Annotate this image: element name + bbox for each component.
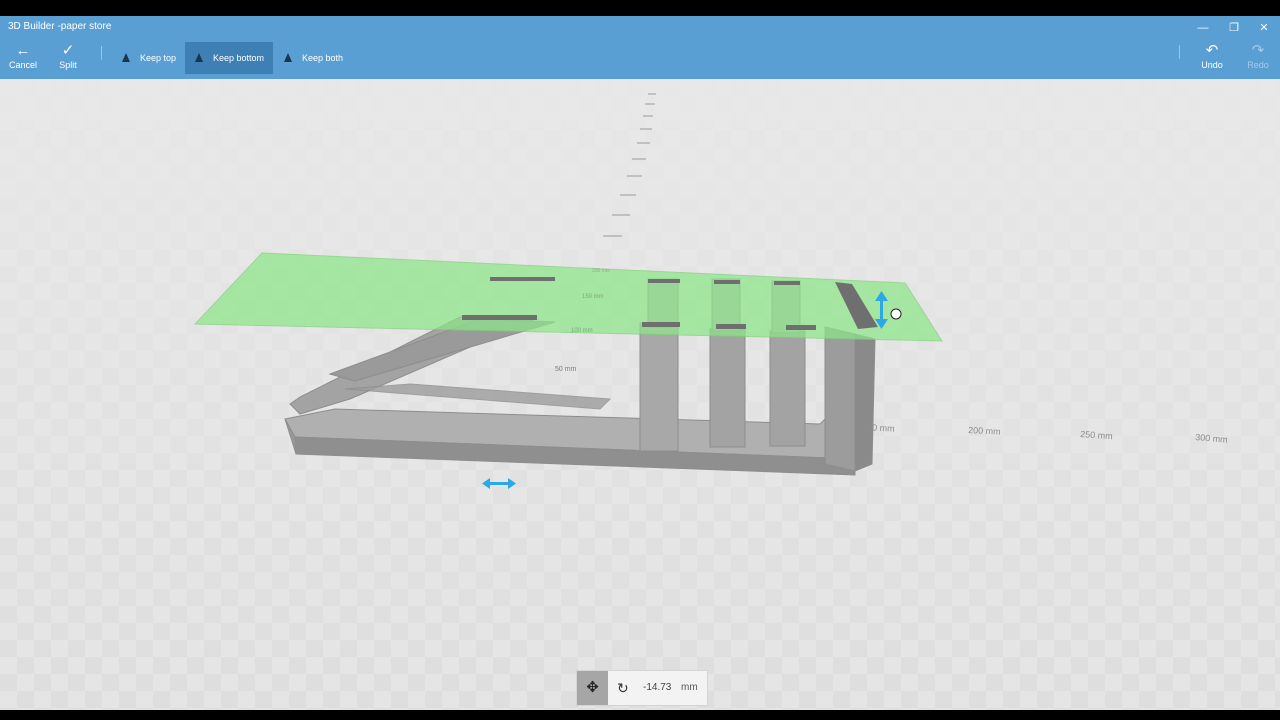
height-value-input[interactable]: -14.73 <box>643 671 671 705</box>
split-label: Split <box>59 60 77 70</box>
unit-label: mm <box>681 682 698 693</box>
cancel-button[interactable]: ← Cancel <box>4 40 42 79</box>
toolbar: ← Cancel ✓ Split Keep top Keep bottom Ke… <box>0 40 1280 79</box>
keep-bottom-label: Keep bottom <box>213 53 265 63</box>
back-arrow-icon: ← <box>15 42 31 59</box>
toolbar-separator <box>1179 45 1180 59</box>
keep-top-label: Keep top <box>140 53 177 63</box>
letterbox-bottom <box>0 710 1280 720</box>
scene-canvas: 150 mm 200 mm 250 mm 300 mm 50 mm 100 mm… <box>193 93 1228 489</box>
toolbar-separator <box>101 46 102 60</box>
move-mode-button[interactable]: ✥ <box>577 671 608 705</box>
cut-plane[interactable] <box>193 252 943 342</box>
restore-button[interactable]: ❐ <box>1219 19 1249 37</box>
axis-z-label: 100 mm <box>571 328 593 334</box>
split-button[interactable]: ✓ Split <box>50 40 86 79</box>
hand-cursor-icon <box>890 308 902 320</box>
keep-both-label: Keep both <box>302 53 344 63</box>
undo-button[interactable]: ↶ Undo <box>1196 40 1228 79</box>
check-icon: ✓ <box>61 42 75 59</box>
redo-icon: ↷ <box>1251 42 1265 59</box>
keep-both-button[interactable]: Keep both <box>274 42 351 74</box>
window-title: 3D Builder -paper store <box>8 21 112 32</box>
3d-viewport[interactable]: 150 mm 200 mm 250 mm 300 mm 50 mm 100 mm… <box>0 79 1280 710</box>
axis-x-label: 250 mm <box>1080 429 1113 441</box>
axis-z-label: 50 mm <box>555 366 577 373</box>
rotate-icon[interactable]: ↻ <box>617 671 629 705</box>
axis-x-label: 200 mm <box>968 425 1001 437</box>
cancel-label: Cancel <box>8 60 37 70</box>
redo-button[interactable]: ↷ Redo <box>1242 40 1274 79</box>
axis-x-label: 300 mm <box>1195 432 1228 445</box>
close-button[interactable]: ✕ <box>1249 19 1279 37</box>
dimension-box: ✥ ↻ -14.73 mm <box>576 670 708 706</box>
cone-icon <box>284 53 292 62</box>
axis-z-label: 200 mm <box>592 268 610 274</box>
axis-x-label: 150 mm <box>862 422 895 434</box>
keep-top-button[interactable]: Keep top <box>112 42 184 74</box>
minimize-button[interactable]: — <box>1188 19 1218 37</box>
redo-label: Redo <box>1247 60 1269 70</box>
title-bar: 3D Builder -paper store — ❐ ✕ <box>0 16 1280 40</box>
undo-icon: ↶ <box>1205 42 1219 59</box>
horizontal-move-arrow[interactable] <box>482 478 516 489</box>
axis-z-label: 150 mm <box>582 294 604 300</box>
undo-label: Undo <box>1201 60 1223 70</box>
cone-icon <box>195 53 203 62</box>
cone-icon <box>122 53 130 62</box>
vertical-ruler <box>603 93 656 237</box>
app-window: 3D Builder -paper store — ❐ ✕ ← Cancel ✓… <box>0 16 1280 710</box>
keep-bottom-button[interactable]: Keep bottom <box>185 42 273 74</box>
move-icon: ✥ <box>586 679 599 696</box>
letterbox-top <box>0 0 1280 16</box>
